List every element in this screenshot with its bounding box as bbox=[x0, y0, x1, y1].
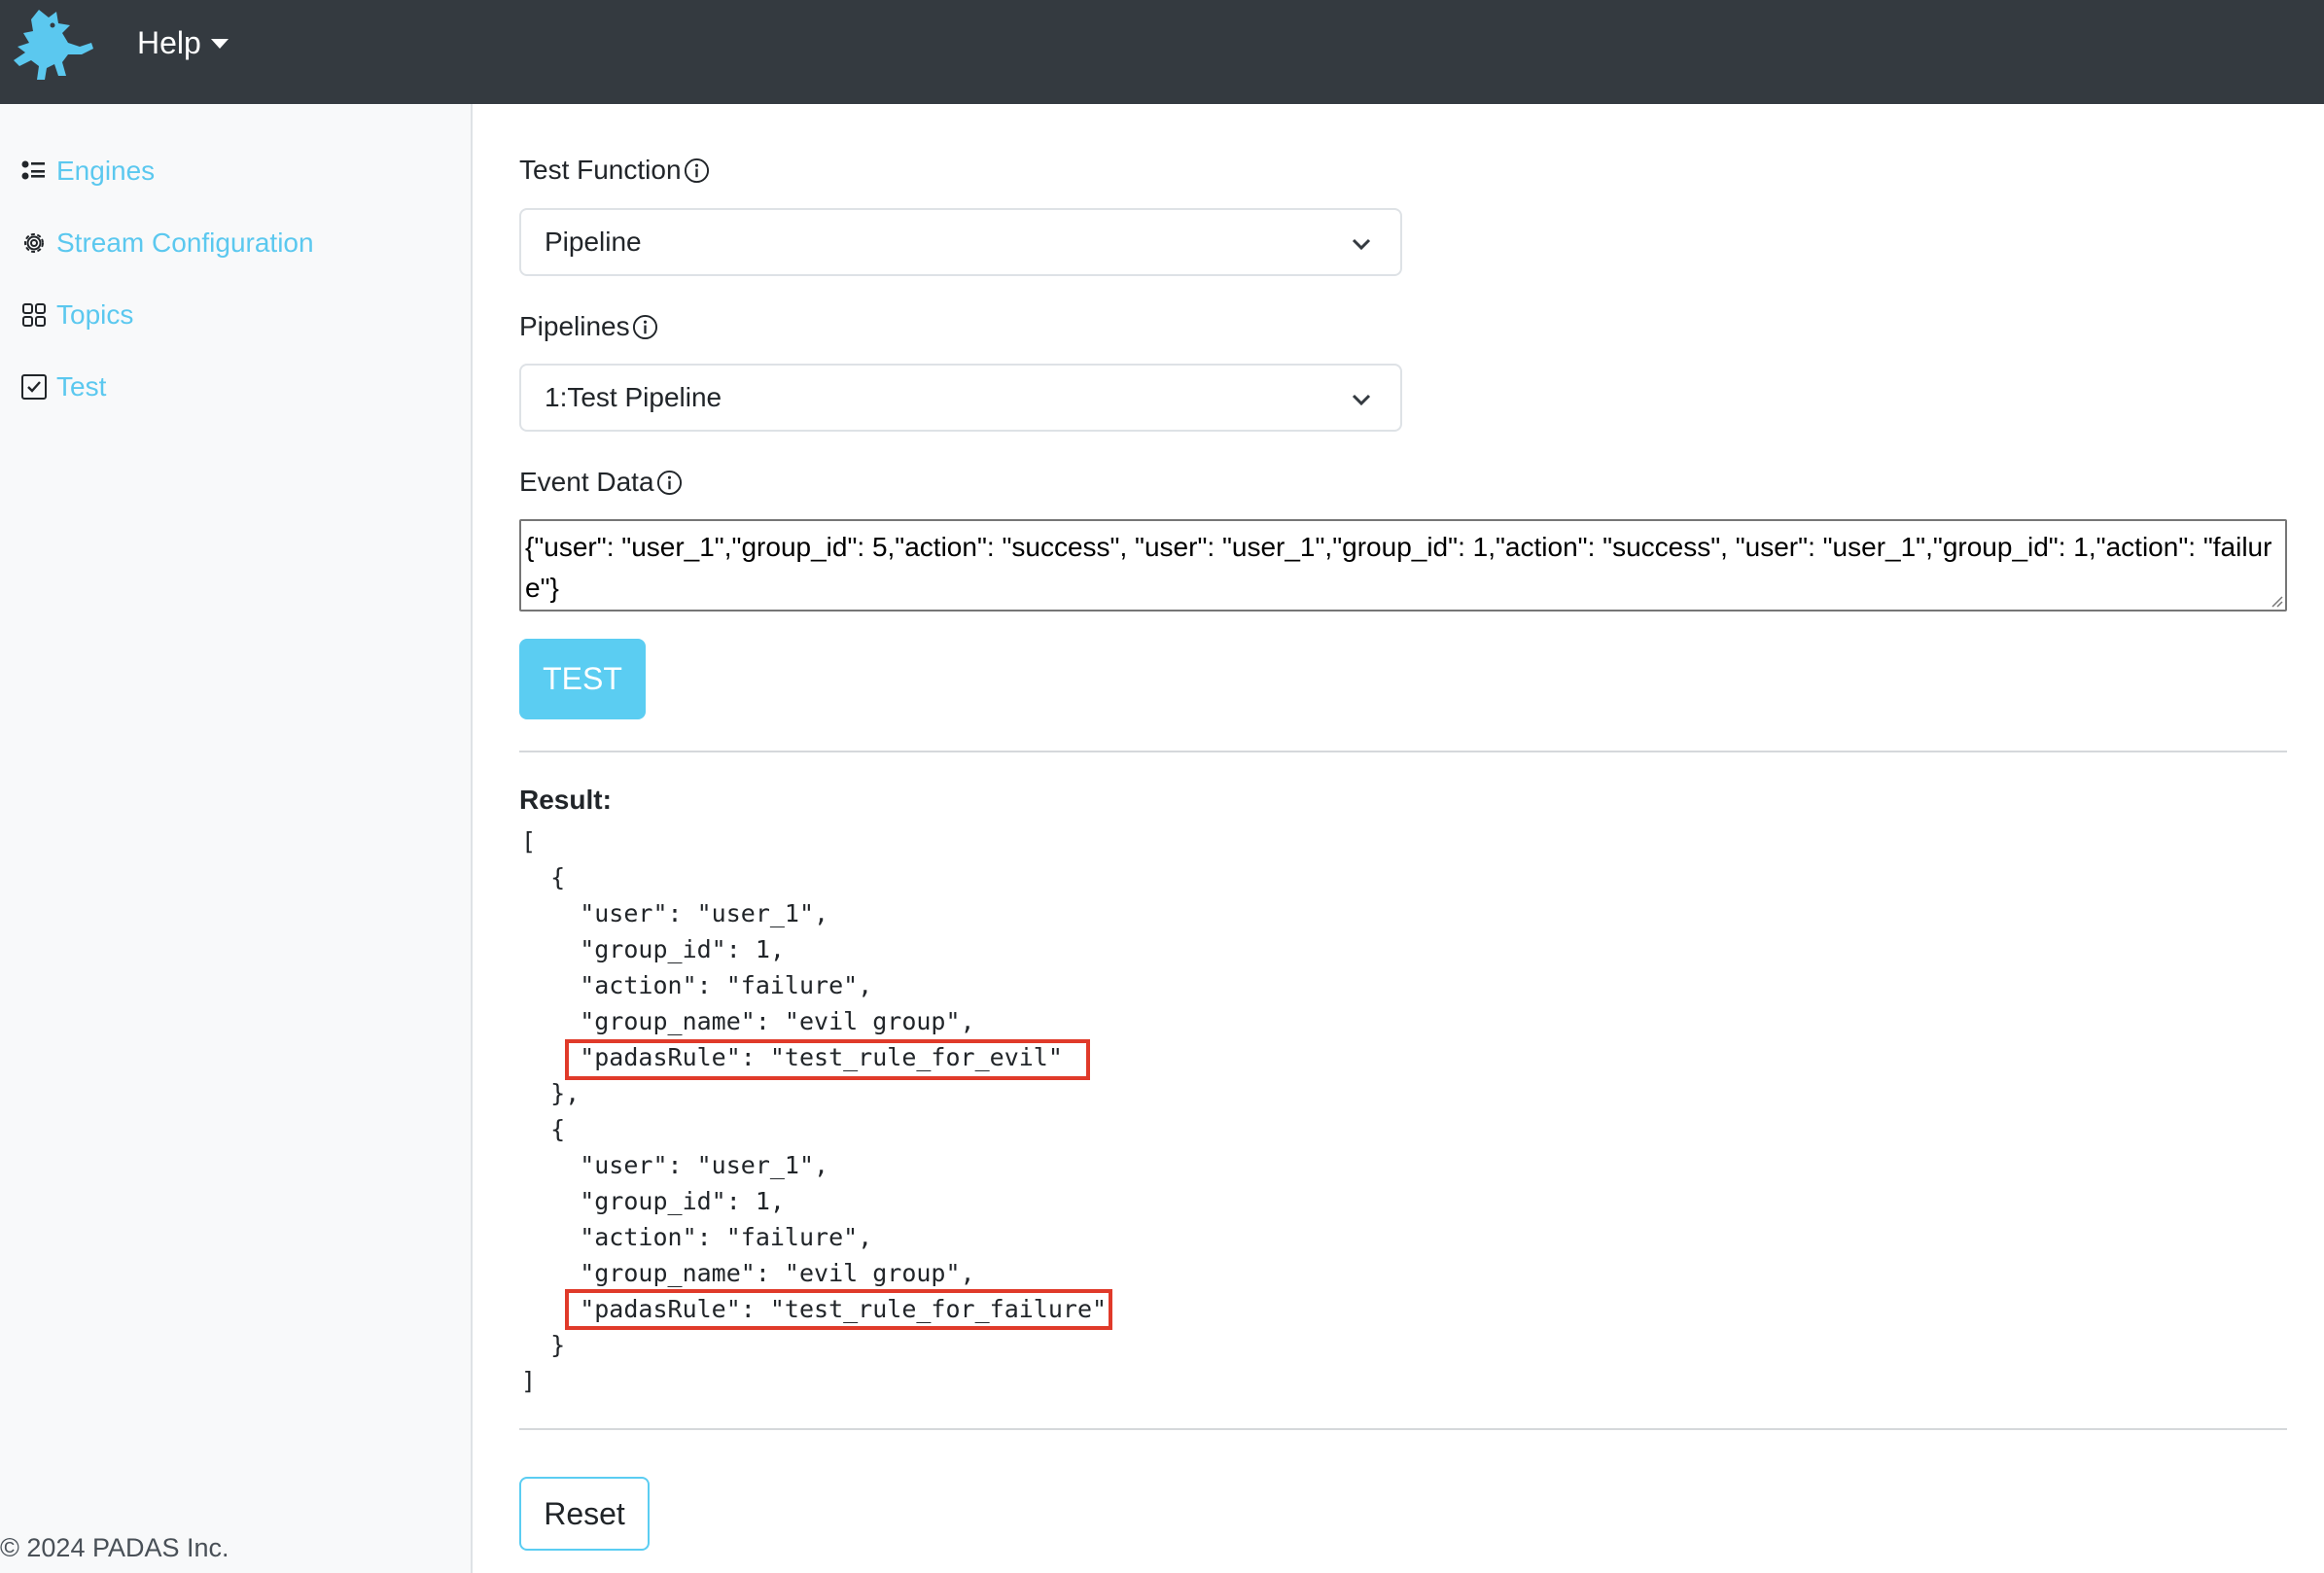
top-navbar: Help bbox=[0, 0, 2324, 104]
result-line: "group_id": 1, bbox=[521, 935, 785, 963]
chevron-down-icon bbox=[1352, 238, 1371, 251]
result-line: [ bbox=[521, 827, 537, 856]
sidebar-item-topics[interactable]: Topics bbox=[19, 294, 133, 336]
sidebar-item-label: Engines bbox=[56, 156, 156, 186]
pipelines-select[interactable]: 1:Test Pipeline bbox=[519, 364, 1402, 432]
info-icon[interactable] bbox=[684, 157, 710, 184]
pipelines-label: Pipelines bbox=[519, 307, 658, 346]
test-function-select[interactable]: Pipeline bbox=[519, 208, 1402, 276]
sidebar: Engines Stream Configuration Topics Test… bbox=[0, 104, 473, 1573]
result-line: "user": "user_1", bbox=[521, 1151, 829, 1179]
sidebar-item-label: Stream Configuration bbox=[56, 227, 314, 258]
result-label: Result: bbox=[519, 785, 612, 815]
sidebar-item-label: Test bbox=[56, 371, 107, 402]
sidebar-item-stream-configuration[interactable]: Stream Configuration bbox=[19, 222, 314, 264]
info-icon[interactable] bbox=[656, 470, 683, 496]
result-line: } bbox=[521, 1331, 566, 1359]
event-data-value: {"user": "user_1","group_id": 5,"action"… bbox=[525, 532, 2272, 603]
result-line: { bbox=[521, 1115, 566, 1143]
result-line: ] bbox=[521, 1367, 537, 1395]
reset-button[interactable]: Reset bbox=[519, 1477, 650, 1551]
help-label: Help bbox=[137, 24, 201, 60]
chevron-down-icon bbox=[1352, 394, 1371, 406]
result-line: "group_id": 1, bbox=[521, 1187, 785, 1215]
divider bbox=[519, 1428, 2287, 1430]
divider bbox=[519, 751, 2287, 752]
test-button[interactable]: TEST bbox=[519, 639, 646, 719]
info-icon[interactable] bbox=[632, 314, 658, 340]
help-dropdown[interactable]: Help bbox=[137, 21, 229, 64]
pipelines-value: 1:Test Pipeline bbox=[545, 382, 722, 412]
copyright-footer: © 2024 PADAS Inc. bbox=[0, 1533, 229, 1562]
test-function-value: Pipeline bbox=[545, 227, 642, 257]
sidebar-item-engines[interactable]: Engines bbox=[19, 150, 155, 192]
list-icon bbox=[19, 157, 49, 186]
check-square-icon bbox=[19, 372, 49, 402]
event-data-label: Event Data bbox=[519, 463, 683, 502]
gear-icon bbox=[19, 228, 49, 258]
grid-icon bbox=[19, 300, 49, 330]
event-data-label-text: Event Data bbox=[519, 467, 654, 497]
pipelines-label-text: Pipelines bbox=[519, 311, 630, 341]
highlight-box-failure-rule bbox=[565, 1289, 1112, 1330]
resize-grip-icon[interactable] bbox=[2268, 592, 2283, 608]
result-line: "action": "failure", bbox=[521, 1223, 873, 1251]
test-function-label: Test Function bbox=[519, 151, 710, 190]
result-line: "group_name": "evil group", bbox=[521, 1007, 975, 1035]
test-function-label-text: Test Function bbox=[519, 155, 682, 185]
result-line: { bbox=[521, 863, 566, 891]
event-data-textarea[interactable]: {"user": "user_1","group_id": 5,"action"… bbox=[519, 519, 2287, 612]
dragon-logo-icon[interactable] bbox=[10, 4, 97, 82]
main-content: Test Function Pipeline Pipelines 1:Test … bbox=[473, 104, 2324, 1573]
highlight-box-evil-rule bbox=[565, 1039, 1090, 1080]
sidebar-item-label: Topics bbox=[56, 299, 134, 330]
sidebar-item-test[interactable]: Test bbox=[19, 366, 106, 408]
result-line: }, bbox=[521, 1079, 581, 1107]
result-line: "action": "failure", bbox=[521, 971, 873, 999]
result-line: "user": "user_1", bbox=[521, 899, 829, 927]
result-line: "group_name": "evil group", bbox=[521, 1259, 975, 1287]
caret-down-icon bbox=[210, 39, 229, 49]
